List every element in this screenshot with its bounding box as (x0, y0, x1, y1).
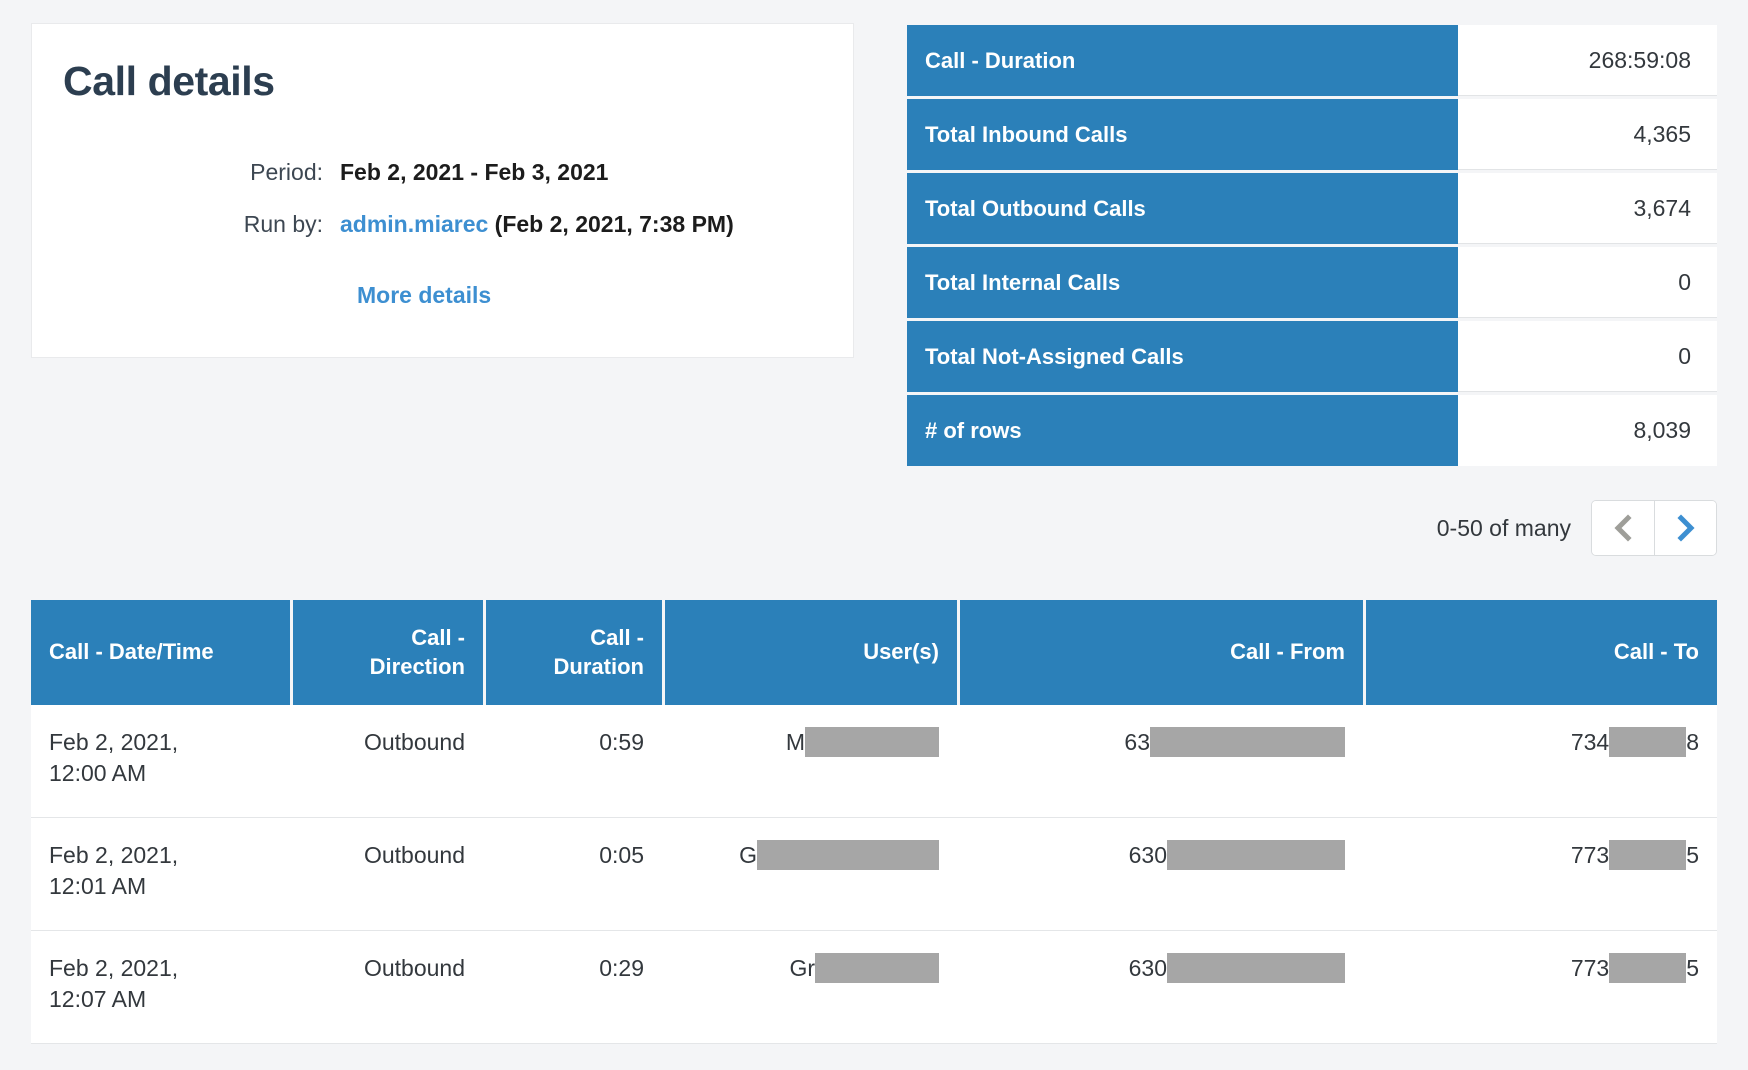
cell-from: 630 (960, 931, 1363, 1043)
run-by-row: Run by: admin.miarec (Feb 2, 2021, 7:38 … (32, 211, 853, 238)
cell-users: M (665, 705, 957, 817)
redacted-block (1609, 727, 1687, 757)
summary-row: Total Outbound Calls 3,674 (907, 173, 1717, 244)
redacted-block (1167, 953, 1345, 983)
cell-duration: 0:29 (599, 955, 644, 981)
cell-date-time: Feb 2, 2021, 12:00 AM (49, 729, 179, 787)
summary-row: Total Internal Calls 0 (907, 247, 1717, 318)
redacted-block (1167, 840, 1345, 870)
summary-row: # of rows 8,039 (907, 395, 1717, 466)
pagination: 0-50 of many (1437, 500, 1717, 556)
cell-from: 63 (960, 705, 1363, 817)
page-title: Call details (63, 58, 275, 104)
pagination-buttons (1591, 500, 1717, 556)
column-header-to[interactable]: Call - To (1366, 600, 1717, 705)
table-header-row: Call - Date/Time Call - Direction Call -… (31, 600, 1717, 705)
summary-value: 3,674 (1458, 173, 1717, 244)
column-header-date-time[interactable]: Call - Date/Time (31, 600, 290, 705)
summary-value: 0 (1458, 321, 1717, 392)
cell-users: G (665, 818, 957, 930)
cell-to: 773 5 (1570, 840, 1699, 870)
cell-date-time: Feb 2, 2021, 12:07 AM (49, 955, 179, 1013)
summary-row: Total Not-Assigned Calls 0 (907, 321, 1717, 392)
table-row[interactable]: Feb 2, 2021, 12:00 AM Outbound 0:59 M 63 734 8 (31, 705, 1717, 818)
chevron-right-icon (1675, 513, 1697, 543)
summary-key: Total Outbound Calls (907, 173, 1458, 244)
more-details-link[interactable]: More details (357, 282, 491, 309)
period-label: Period: (250, 159, 323, 185)
run-by-user-link[interactable]: admin.miarec (340, 211, 488, 237)
column-header-from[interactable]: Call - From (960, 600, 1363, 705)
redacted-block (1609, 840, 1687, 870)
period-row: Period: Feb 2, 2021 - Feb 3, 2021 (32, 159, 853, 186)
column-header-duration[interactable]: Call - Duration (486, 600, 662, 705)
cell-direction: Outbound (363, 955, 465, 981)
summary-value: 0 (1458, 247, 1717, 318)
report-page: Call details Period: Feb 2, 2021 - Feb 3… (0, 0, 1748, 1070)
call-details-card: Call details Period: Feb 2, 2021 - Feb 3… (31, 23, 854, 358)
redacted-block (805, 727, 939, 757)
previous-page-button[interactable] (1592, 501, 1654, 555)
cell-duration: 0:05 (599, 842, 644, 868)
summary-key: Total Not-Assigned Calls (907, 321, 1458, 392)
column-header-direction[interactable]: Call - Direction (293, 600, 483, 705)
cell-direction: Outbound (363, 842, 465, 868)
summary-key: Total Inbound Calls (907, 99, 1458, 170)
summary-key: Total Internal Calls (907, 247, 1458, 318)
pagination-range-label: 0-50 of many (1436, 514, 1571, 541)
summary-section: Call details Period: Feb 2, 2021 - Feb 3… (0, 0, 1748, 480)
summary-value: 4,365 (1458, 99, 1717, 170)
summary-value: 8,039 (1458, 395, 1717, 466)
summary-key: Call - Duration (907, 25, 1458, 96)
next-page-button[interactable] (1654, 501, 1716, 555)
run-by-value: admin.miarec (Feb 2, 2021, 7:38 PM) (340, 211, 734, 238)
summary-row: Total Inbound Calls 4,365 (907, 99, 1717, 170)
cell-to: 734 8 (1570, 727, 1699, 757)
redacted-block (1609, 953, 1687, 983)
run-by-timestamp: (Feb 2, 2021, 7:38 PM) (488, 211, 734, 237)
summary-stats-table: Call - Duration 268:59:08 Total Inbound … (907, 25, 1717, 466)
redacted-block (757, 840, 939, 870)
table-body: Feb 2, 2021, 12:00 AM Outbound 0:59 M 63 734 8 F… (31, 705, 1717, 1044)
redacted-block (815, 953, 939, 983)
details-key-values: Period: Feb 2, 2021 - Feb 3, 2021 Run by… (32, 159, 853, 263)
summary-value: 268:59:08 (1458, 25, 1717, 96)
cell-users: Gr (665, 931, 957, 1043)
run-by-label: Run by: (243, 211, 323, 237)
cell-date-time: Feb 2, 2021, 12:01 AM (49, 842, 179, 900)
column-header-users[interactable]: User(s) (665, 600, 957, 705)
cell-from: 630 (960, 818, 1363, 930)
call-records-table: Call - Date/Time Call - Direction Call -… (31, 600, 1717, 1044)
table-row[interactable]: Feb 2, 2021, 12:07 AM Outbound 0:29 Gr 630 773… (31, 931, 1717, 1044)
cell-direction: Outbound (363, 729, 465, 755)
period-value: Feb 2, 2021 - Feb 3, 2021 (340, 159, 609, 185)
summary-key: # of rows (907, 395, 1458, 466)
table-row[interactable]: Feb 2, 2021, 12:01 AM Outbound 0:05 G 630 773 5 (31, 818, 1717, 931)
chevron-left-icon (1612, 513, 1634, 543)
summary-row: Call - Duration 268:59:08 (907, 25, 1717, 96)
cell-duration: 0:59 (599, 729, 644, 755)
redacted-block (1150, 727, 1345, 757)
cell-to: 773 5 (1570, 953, 1699, 983)
